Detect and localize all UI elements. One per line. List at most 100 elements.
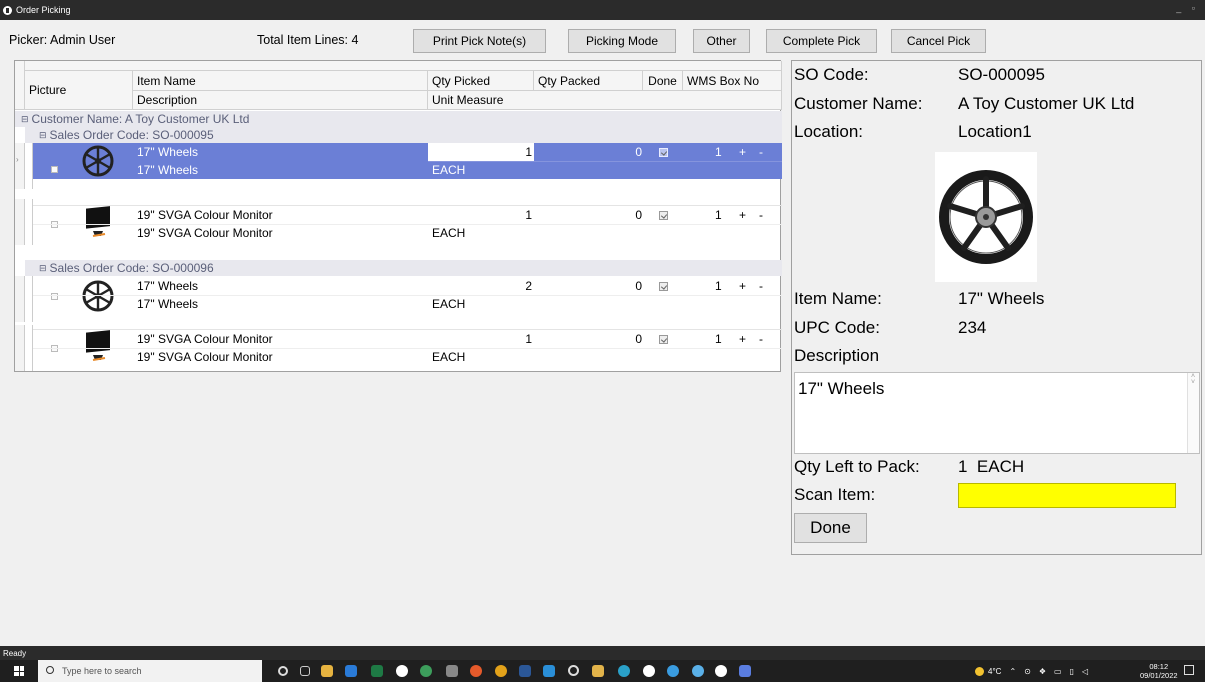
app-icon[interactable] — [715, 665, 727, 677]
app-icon[interactable] — [568, 665, 579, 676]
app-icon[interactable] — [396, 665, 408, 677]
column-header-qty-picked[interactable]: Qty Picked — [428, 71, 534, 91]
column-header-done[interactable]: Done — [643, 71, 683, 91]
item-name: 17" Wheels — [137, 145, 198, 159]
done-checkbox[interactable] — [659, 282, 668, 291]
row-indicator[interactable] — [15, 276, 25, 322]
qty-packed: 0 — [635, 145, 642, 159]
plus-button[interactable]: + — [739, 145, 746, 159]
unit-measure: EACH — [432, 350, 466, 364]
description-scrollbar[interactable]: ˄ ˅ — [1187, 373, 1199, 453]
column-header-description[interactable]: Description — [133, 91, 428, 110]
minus-button[interactable]: - — [759, 332, 763, 346]
pick-lines-grid: Picture Item Name Description Qty Picked… — [14, 60, 782, 372]
description: 17" Wheels — [137, 297, 198, 311]
plus-button[interactable]: + — [739, 208, 746, 222]
scan-item-label: Scan Item: — [794, 485, 876, 504]
scroll-down-icon[interactable]: ˅ — [1191, 379, 1195, 453]
collapse-icon[interactable]: ⊟ — [21, 114, 29, 125]
file-explorer-icon[interactable] — [321, 665, 333, 677]
minus-button[interactable]: - — [759, 279, 763, 293]
qty-picked[interactable]: 2 — [428, 277, 532, 295]
taskbar-clock[interactable]: 08:12 09/01/2022 — [1140, 662, 1178, 680]
chevron-up-icon[interactable]: ⌃ — [1009, 667, 1016, 676]
app-icon[interactable] — [643, 665, 655, 677]
excel-icon[interactable] — [371, 665, 383, 677]
firefox-icon[interactable] — [470, 665, 482, 677]
column-header-picture[interactable]: Picture — [25, 71, 133, 110]
unit-measure: EACH — [432, 226, 466, 240]
wifi-app-icon[interactable] — [692, 665, 704, 677]
other-button[interactable]: Other — [693, 29, 750, 53]
complete-pick-button[interactable]: Complete Pick — [766, 29, 877, 53]
customer-group-row[interactable]: ⊟ Customer Name: A Toy Customer UK Ltd — [15, 111, 782, 127]
minus-button[interactable]: - — [759, 145, 763, 159]
window-title: Order Picking — [16, 5, 71, 15]
item-name: 19" SVGA Colour Monitor — [137, 332, 273, 346]
location-value: Location1 — [958, 122, 1032, 141]
column-header-unit-measure[interactable]: Unit Measure — [428, 91, 782, 110]
calculator-icon[interactable] — [446, 665, 458, 677]
plus-button[interactable]: + — [739, 332, 746, 346]
item-name: 17" Wheels — [137, 279, 198, 293]
qty-left-value: 1 EACH — [958, 457, 1025, 476]
window-controls[interactable]: _ ▫ — [1176, 3, 1199, 13]
order-group-row[interactable]: ⊟ Sales Order Code: SO-000095 — [25, 127, 782, 143]
qty-packed: 0 — [635, 208, 642, 222]
dropbox-icon[interactable]: ❖ — [1039, 667, 1046, 676]
windows-taskbar: Type here to search 4°C ⌃ ⊙ ❖ ▭ ▯ ◁ 08:1… — [0, 660, 1205, 682]
plus-button[interactable]: + — [739, 279, 746, 293]
display-icon[interactable]: ▯ — [1070, 667, 1074, 676]
qty-left-label: Qty Left to Pack: — [794, 457, 920, 476]
picking-mode-button[interactable]: Picking Mode — [568, 29, 676, 53]
description: 19" SVGA Colour Monitor — [137, 350, 273, 364]
teams-icon[interactable] — [739, 665, 751, 677]
taskbar-search[interactable]: Type here to search — [38, 660, 262, 682]
row-divider — [33, 224, 782, 225]
done-checkbox[interactable] — [659, 211, 668, 220]
expand-icon[interactable] — [51, 166, 58, 173]
column-header-qty-packed[interactable]: Qty Packed — [534, 71, 643, 91]
order-group-row[interactable]: ⊟ Sales Order Code: SO-000096 — [25, 260, 782, 276]
word-icon[interactable] — [519, 665, 531, 677]
qty-picked[interactable]: 1 — [428, 330, 532, 348]
task-view-icon[interactable] — [300, 666, 310, 676]
column-header-item-name[interactable]: Item Name — [133, 71, 428, 91]
outlook-icon[interactable] — [345, 665, 357, 677]
collapse-icon[interactable]: ⊟ — [39, 263, 47, 274]
done-button[interactable]: Done — [794, 513, 867, 543]
row-indicator-header — [15, 61, 25, 110]
scan-item-input[interactable] — [958, 483, 1176, 508]
weather-icon[interactable] — [975, 666, 984, 676]
row-indicator[interactable]: › — [15, 143, 25, 189]
print-pick-notes-button[interactable]: Print Pick Note(s) — [413, 29, 546, 53]
battery-icon[interactable]: ▭ — [1054, 667, 1062, 676]
row-indicator[interactable] — [15, 325, 25, 371]
chrome-icon[interactable] — [495, 665, 507, 677]
collapse-icon[interactable]: ⊟ — [39, 130, 47, 141]
skype-icon[interactable] — [543, 665, 555, 677]
so-code-value: SO-000095 — [958, 65, 1045, 84]
wheel-image-icon — [939, 170, 1033, 264]
qty-picked[interactable]: 1 — [428, 143, 532, 161]
windows-start-icon[interactable] — [14, 666, 24, 676]
description-textbox[interactable]: 17" Wheels ˄ ˅ — [794, 372, 1200, 454]
minus-button[interactable]: - — [759, 208, 763, 222]
notifications-icon[interactable] — [1184, 665, 1194, 675]
done-checkbox[interactable] — [659, 148, 668, 157]
app-icon[interactable] — [667, 665, 679, 677]
cortana-icon[interactable] — [278, 666, 288, 676]
volume-icon[interactable]: ◁ — [1082, 667, 1088, 676]
cancel-pick-button[interactable]: Cancel Pick — [891, 29, 986, 53]
row-indicator[interactable] — [15, 199, 25, 245]
edge-icon[interactable] — [618, 665, 630, 677]
qty-picked[interactable]: 1 — [428, 206, 532, 224]
snipping-tool-icon[interactable] — [592, 665, 604, 677]
network-icon[interactable]: ⊙ — [1024, 667, 1031, 676]
column-header-wms-box-no[interactable]: WMS Box No — [683, 71, 782, 91]
done-checkbox[interactable] — [659, 335, 668, 344]
clock-time: 08:12 — [1149, 662, 1169, 671]
upc-code-value: 234 — [958, 318, 987, 337]
unit-measure: EACH — [432, 163, 466, 177]
app-icon[interactable] — [420, 665, 432, 677]
